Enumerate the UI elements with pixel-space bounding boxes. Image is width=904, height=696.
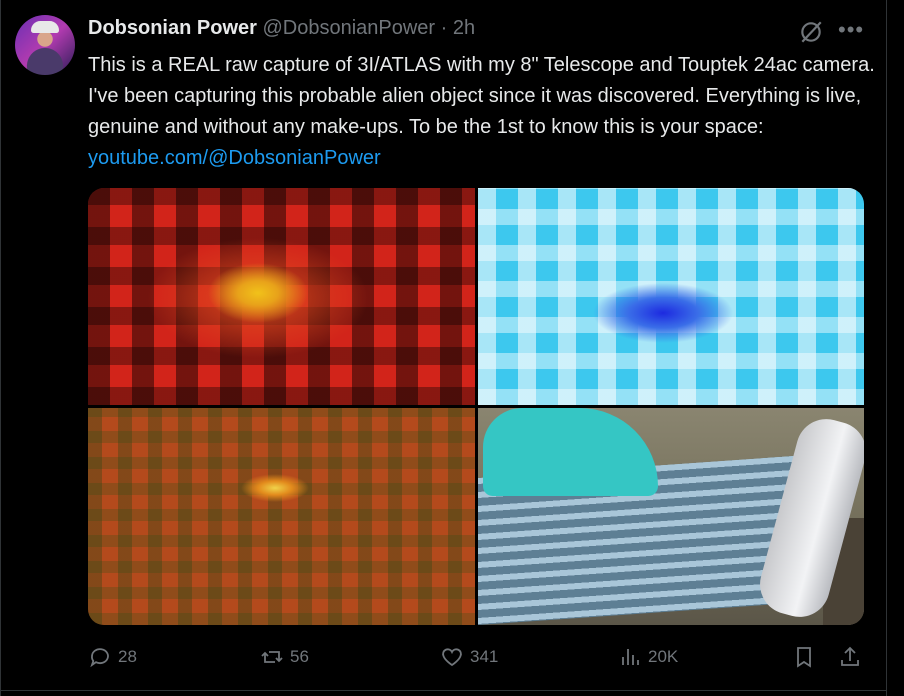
- like-count: 341: [470, 647, 499, 666]
- repost-icon: [261, 651, 283, 663]
- handle[interactable]: @DobsonianPower: [262, 17, 435, 39]
- media-image-red-capture[interactable]: [88, 188, 475, 405]
- share-button[interactable]: [838, 645, 862, 669]
- reply-icon: [90, 648, 109, 668]
- views-button[interactable]: 20K: [618, 645, 678, 669]
- reply-count: 28: [118, 647, 137, 666]
- media-image-orange-capture[interactable]: [88, 408, 475, 625]
- grok-icon[interactable]: [798, 19, 824, 45]
- avatar[interactable]: [15, 15, 75, 75]
- media-divider-horizontal: [88, 405, 864, 408]
- views-count: 20K: [648, 647, 679, 666]
- action-bar: 28 56 341 20K: [88, 645, 864, 675]
- display-name[interactable]: Dobsonian Power: [88, 17, 257, 39]
- post-body: This is a REAL raw capture of 3I/ATLAS w…: [88, 54, 875, 138]
- post-header: Dobsonian Power @DobsonianPower · 2h: [88, 17, 475, 40]
- timestamp[interactable]: 2h: [453, 17, 475, 39]
- bookmark-icon: [797, 647, 811, 668]
- repost-button[interactable]: 56: [260, 645, 309, 669]
- post-text: This is a REAL raw capture of 3I/ATLAS w…: [88, 50, 878, 174]
- post-link[interactable]: youtube.com/@DobsonianPower: [88, 147, 381, 169]
- media-grid[interactable]: [88, 188, 864, 625]
- reply-button[interactable]: 28: [88, 645, 137, 669]
- like-button[interactable]: 341: [440, 645, 498, 669]
- bookmark-button[interactable]: [792, 645, 816, 669]
- post-bottom-border: [0, 690, 886, 691]
- more-icon[interactable]: •••: [838, 17, 864, 43]
- media-image-blue-capture[interactable]: [478, 188, 864, 405]
- repost-count: 56: [290, 647, 309, 666]
- like-icon: [442, 648, 462, 667]
- timeline-border-left: [0, 0, 1, 696]
- media-image-telescope-setup[interactable]: [478, 408, 864, 625]
- views-icon: [622, 649, 639, 665]
- share-icon: [841, 646, 859, 666]
- separator: ·: [440, 17, 448, 39]
- timeline-border-right: [886, 0, 887, 696]
